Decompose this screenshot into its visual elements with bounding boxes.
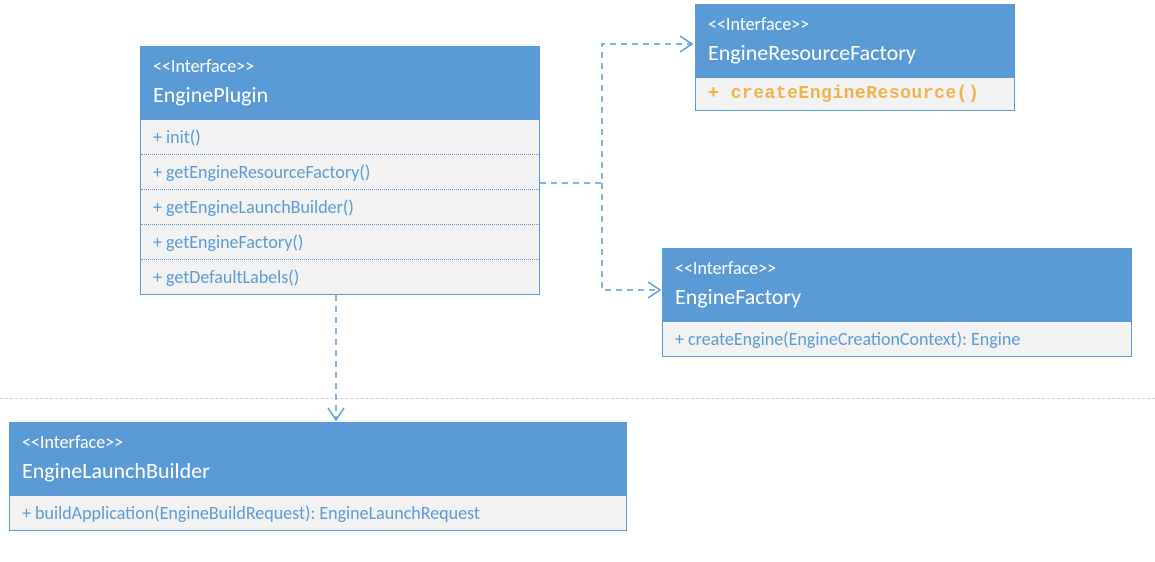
class-body: + buildApplication(EngineBuildRequest): … [10,496,626,530]
class-engine-plugin: <<Interface>> EnginePlugin + init() + ge… [140,46,540,295]
stereotype-label: <<Interface>> [708,13,1002,35]
class-body: + init() + getEngineResourceFactory() + … [141,120,539,294]
method-row: + getEngineFactory() [141,225,539,260]
method-row: + createEngineResource() [696,78,1014,110]
class-header: <<Interface>> EngineResourceFactory [696,5,1014,78]
class-header: <<Interface>> EngineFactory [663,249,1131,322]
class-header: <<Interface>> EngineLaunchBuilder [10,423,626,496]
class-engine-resource-factory: <<Interface>> EngineResourceFactory + cr… [695,4,1015,111]
stereotype-label: <<Interface>> [22,431,614,453]
stereotype-label: <<Interface>> [153,55,527,77]
method-row: + createEngine(EngineCreationContext): E… [663,322,1131,356]
method-row: + getDefaultLabels() [141,260,539,294]
method-row: + buildApplication(EngineBuildRequest): … [10,496,626,530]
method-row: + getEngineLaunchBuilder() [141,190,539,225]
class-engine-launch-builder: <<Interface>> EngineLaunchBuilder + buil… [9,422,627,531]
method-row: + init() [141,120,539,155]
method-row: + getEngineResourceFactory() [141,155,539,190]
class-engine-factory: <<Interface>> EngineFactory + createEngi… [662,248,1132,357]
class-title: EngineLaunchBuilder [22,457,614,484]
stereotype-label: <<Interface>> [675,257,1119,279]
class-title: EngineResourceFactory [708,39,1002,66]
class-title: EngineFactory [675,283,1119,310]
class-title: EnginePlugin [153,81,527,108]
class-body: + createEngineResource() [696,78,1014,110]
class-header: <<Interface>> EnginePlugin [141,47,539,120]
class-body: + createEngine(EngineCreationContext): E… [663,322,1131,356]
page-divider [0,398,1155,399]
